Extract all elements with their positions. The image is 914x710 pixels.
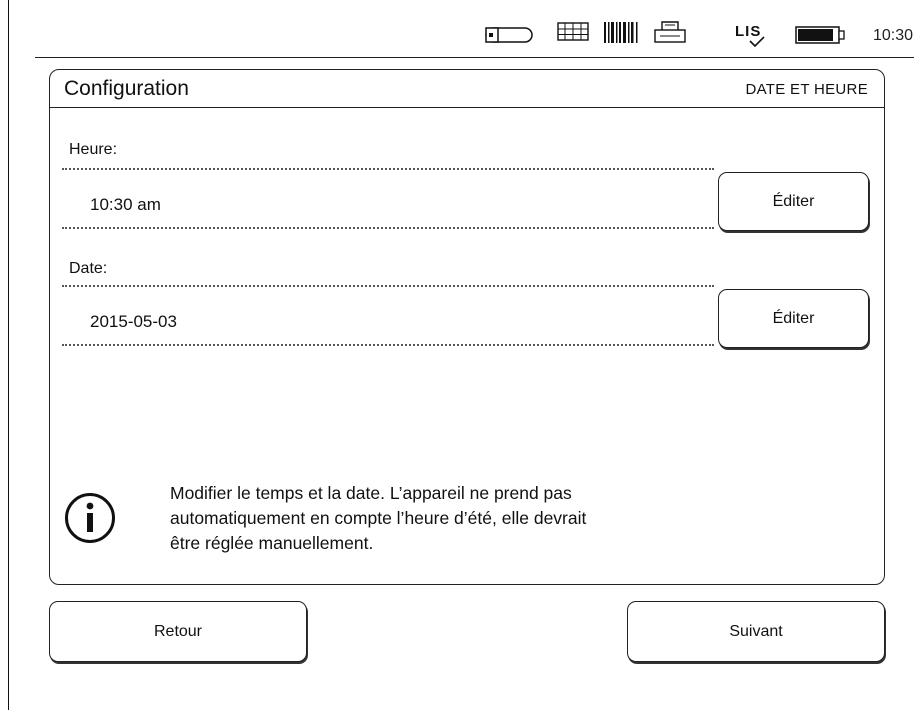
status-bar: [35, 0, 914, 58]
edit-date-button[interactable]: Éditer: [718, 289, 869, 348]
next-button[interactable]: Suivant: [627, 601, 885, 662]
battery-icon: [795, 26, 845, 44]
clock-time: 10:30: [873, 27, 914, 44]
page-title: Configuration: [64, 77, 189, 100]
info-icon: [65, 493, 115, 543]
divider: [62, 285, 714, 287]
usb-icon: [485, 27, 533, 43]
section-title: DATE ET HEURE: [745, 81, 868, 98]
panel-header: Configuration DATE ET HEURE: [50, 70, 884, 108]
lis-check-icon: [749, 36, 765, 48]
date-value: 2015-05-03: [90, 312, 177, 331]
keyboard-icon: [557, 22, 589, 41]
back-button[interactable]: Retour: [49, 601, 307, 662]
status-bar-divider: [35, 57, 914, 58]
info-message: Modifier le temps et la date. L’appareil…: [170, 481, 770, 556]
time-value: 10:30 am: [90, 195, 161, 214]
printer-icon: [654, 21, 686, 43]
info-line: automatiquement en compte l’heure d’été,…: [170, 508, 587, 528]
info-line: Modifier le temps et la date. L’appareil…: [170, 483, 572, 503]
divider: [62, 344, 714, 346]
screen-left-border: [8, 0, 9, 710]
date-label: Date:: [69, 260, 108, 277]
configuration-panel: Configuration DATE ET HEURE Heure: 10:30…: [49, 69, 885, 585]
divider: [62, 168, 714, 170]
barcode-icon: [604, 22, 638, 43]
time-label: Heure:: [69, 141, 118, 158]
info-line: être réglée manuellement.: [170, 533, 374, 553]
edit-time-button[interactable]: Éditer: [718, 172, 869, 231]
divider: [62, 227, 714, 229]
